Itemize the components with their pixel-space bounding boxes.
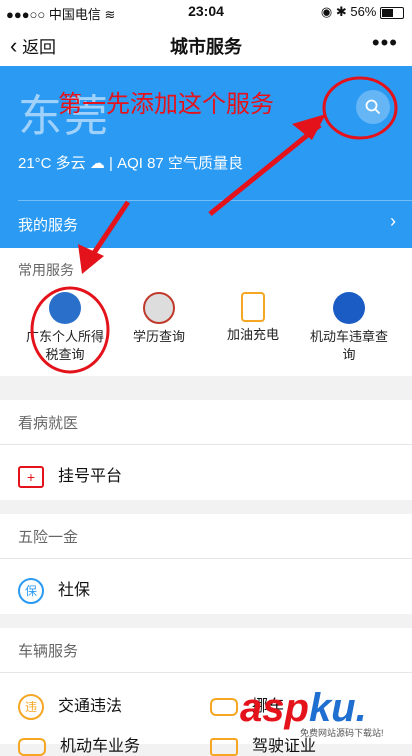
section-title: 五险一金 — [18, 529, 79, 546]
search-button[interactable] — [356, 90, 390, 124]
search-icon — [365, 99, 381, 115]
violation-icon: 违 — [18, 693, 44, 720]
section-title: 常用服务 — [18, 262, 74, 278]
service-label: 挂号平台 — [58, 468, 123, 485]
section-title: 看病就医 — [18, 415, 79, 432]
car-icon — [210, 697, 238, 716]
my-services-link[interactable]: 我的服务 — [18, 214, 78, 235]
weather-info: 21°C 多云 ☁ | AQI 87 空气质量良 — [18, 155, 243, 172]
watermark-subtitle: 免费网站源码下载站! — [300, 728, 384, 738]
watermark-logo: aspku. — [240, 686, 367, 731]
watermark-asp: asp — [240, 686, 309, 730]
license-icon — [210, 737, 238, 756]
watermark-dot: . — [355, 686, 367, 730]
car-icon — [18, 737, 46, 756]
more-menu-button[interactable]: ••• — [372, 30, 398, 56]
divider — [18, 200, 412, 201]
battery-icon — [380, 6, 404, 19]
status-right: ◉ ✱ 56% — [321, 4, 404, 20]
divider — [0, 672, 412, 673]
traffic-police-icon — [333, 292, 365, 324]
fuel-pump-icon — [241, 292, 265, 322]
service-label: 驾驶证业 — [252, 738, 317, 755]
section-insurance: 五险一金 保社保 — [0, 514, 412, 614]
nav-bar: ‹ 返回 城市服务 ••• — [0, 24, 412, 66]
service-label: 社保 — [58, 582, 91, 599]
service-label: 广东个人所得税查询 — [25, 329, 104, 362]
divider — [0, 444, 412, 445]
service-tax-query[interactable]: 广东个人所得税查询 — [20, 292, 110, 364]
service-vehicle-violation[interactable]: 机动车违章查询 — [304, 292, 394, 364]
insurance-icon: 保 — [18, 577, 44, 604]
service-social-security[interactable]: 保社保 — [18, 576, 90, 604]
divider — [0, 558, 412, 559]
medical-kit-icon: + — [18, 465, 44, 488]
service-fuel-charge[interactable]: 加油充电 — [208, 292, 298, 344]
service-education-query[interactable]: 学历查询 — [114, 292, 204, 346]
service-traffic-violation[interactable]: 违交通违法 — [18, 692, 122, 720]
service-vehicle-business[interactable]: 机动车业务 — [18, 732, 140, 756]
section-medical: 看病就医 + 挂号平台 — [0, 400, 412, 500]
chevron-right-icon: › — [390, 211, 396, 231]
service-label: 机动车违章查询 — [309, 329, 388, 362]
frequent-services: 常用服务 广东个人所得税查询 学历查询 加油充电 机动车违章查询 — [0, 248, 412, 376]
service-label: 学历查询 — [132, 329, 185, 344]
status-bar: ●●●○○ 中国电信 ≋ 23:04 ◉ ✱ 56% — [0, 0, 412, 24]
service-label: 加油充电 — [226, 327, 279, 342]
service-registration[interactable]: + 挂号平台 — [18, 462, 122, 488]
service-label: 交通违法 — [58, 698, 123, 715]
watermark-ku: ku — [308, 686, 356, 730]
annotation-text: 第一先添加这个服务 — [58, 90, 274, 118]
section-title: 车辆服务 — [18, 643, 79, 660]
tax-emblem-icon — [49, 292, 81, 324]
service-label: 机动车业务 — [60, 738, 141, 755]
page-title: 城市服务 — [170, 37, 242, 57]
education-icon — [143, 292, 175, 324]
